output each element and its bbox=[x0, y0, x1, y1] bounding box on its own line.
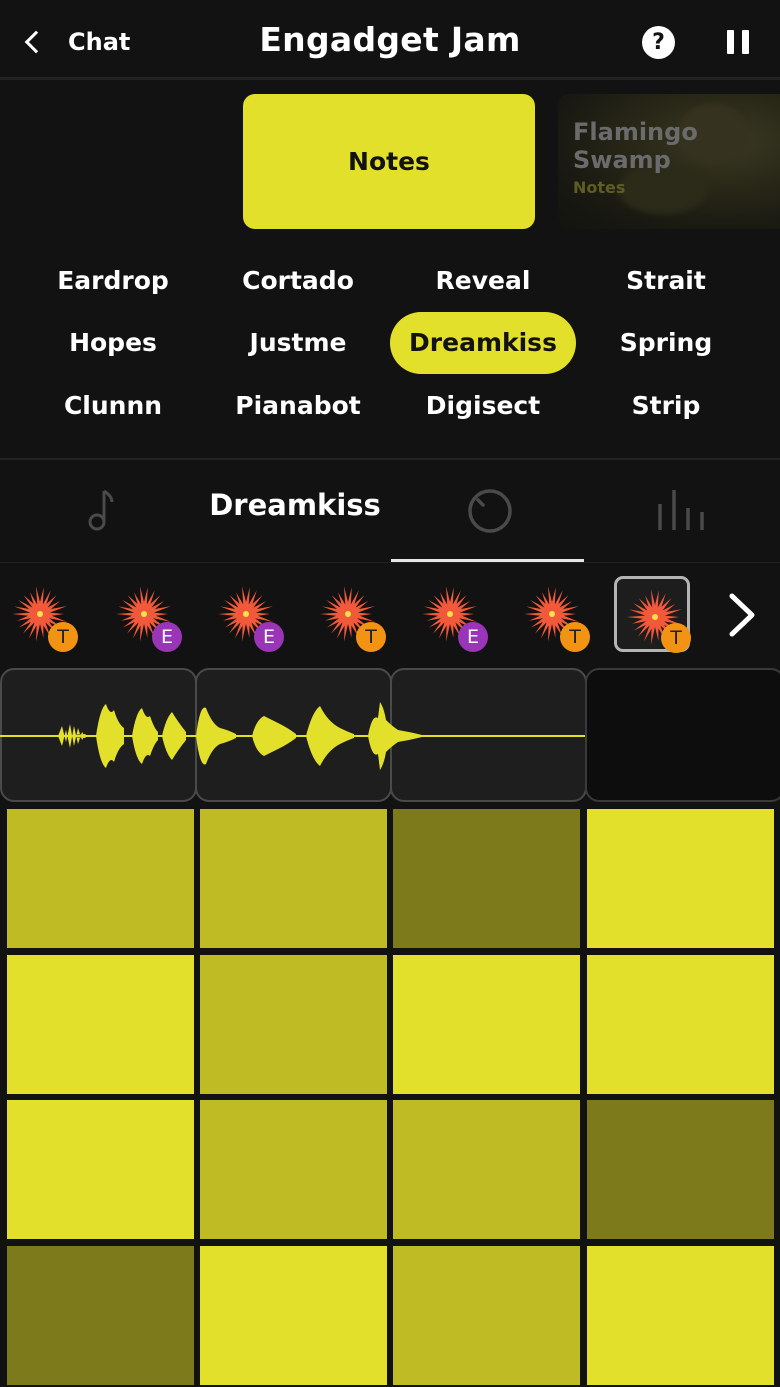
mixer-bars-icon[interactable] bbox=[656, 488, 710, 532]
pause-icon[interactable] bbox=[727, 30, 749, 54]
instrument-strip[interactable]: Strip bbox=[573, 375, 759, 437]
kit-card-next-sub: Notes bbox=[573, 178, 626, 197]
pad-r4-c3[interactable] bbox=[393, 1246, 580, 1385]
note-icon[interactable] bbox=[86, 488, 116, 532]
instrument-eardrop[interactable]: Eardrop bbox=[20, 250, 206, 312]
pad-r2-c4[interactable] bbox=[587, 955, 774, 1094]
knob-icon[interactable] bbox=[466, 488, 514, 534]
preset-3[interactable]: E bbox=[208, 576, 284, 652]
loop-segment-empty[interactable] bbox=[585, 668, 780, 802]
preset-badge: E bbox=[458, 622, 488, 652]
kit-card-current[interactable]: Notes bbox=[243, 94, 535, 229]
pad-r3-c3[interactable] bbox=[393, 1100, 580, 1239]
preset-badge: T bbox=[560, 622, 590, 652]
pad-r4-c2[interactable] bbox=[200, 1246, 387, 1385]
pad-r1-c4[interactable] bbox=[587, 809, 774, 948]
instrument-dreamkiss[interactable]: Dreamkiss bbox=[390, 312, 576, 374]
pad-r1-c3[interactable] bbox=[393, 809, 580, 948]
preset-2[interactable]: E bbox=[106, 576, 182, 652]
instrument-strait[interactable]: Strait bbox=[573, 250, 759, 312]
instrument-spring[interactable]: Spring bbox=[573, 312, 759, 374]
preset-badge: T bbox=[356, 622, 386, 652]
pad-r4-c4[interactable] bbox=[587, 1246, 774, 1385]
preset-1[interactable]: T bbox=[2, 576, 78, 652]
help-icon[interactable]: ? bbox=[642, 26, 675, 59]
preset-7[interactable]: T bbox=[614, 576, 691, 653]
pad-r3-c2[interactable] bbox=[200, 1100, 387, 1239]
pad-r1-c1[interactable] bbox=[7, 809, 194, 948]
preset-badge: T bbox=[661, 623, 691, 653]
preset-6[interactable]: T bbox=[514, 576, 590, 652]
preset-badge: T bbox=[48, 622, 78, 652]
instrument-cortado[interactable]: Cortado bbox=[205, 250, 391, 312]
pad-r4-c1[interactable] bbox=[7, 1246, 194, 1385]
waveform bbox=[0, 702, 585, 770]
kit-card-next[interactable]: Flamingo Swamp Notes bbox=[558, 94, 780, 229]
chevron-right-icon[interactable] bbox=[722, 590, 762, 640]
kit-card-label: Notes bbox=[348, 147, 430, 176]
divider bbox=[0, 562, 780, 563]
pad-r2-c1[interactable] bbox=[7, 955, 194, 1094]
pad-r3-c1[interactable] bbox=[7, 1100, 194, 1239]
instrument-justme[interactable]: Justme bbox=[205, 312, 391, 374]
instrument-reveal[interactable]: Reveal bbox=[390, 250, 576, 312]
kit-card-next-name: Flamingo Swamp bbox=[573, 118, 698, 174]
instrument-pianabot[interactable]: Pianabot bbox=[205, 375, 391, 437]
pad-r2-c2[interactable] bbox=[200, 955, 387, 1094]
instrument-clunnn[interactable]: Clunnn bbox=[20, 375, 206, 437]
preset-5[interactable]: E bbox=[412, 576, 488, 652]
pad-r3-c4[interactable] bbox=[587, 1100, 774, 1239]
preset-badge: E bbox=[152, 622, 182, 652]
preset-badge: E bbox=[254, 622, 284, 652]
instrument-hopes[interactable]: Hopes bbox=[20, 312, 206, 374]
instrument-digisect[interactable]: Digisect bbox=[390, 375, 576, 437]
preset-4[interactable]: T bbox=[310, 576, 386, 652]
pad-r1-c2[interactable] bbox=[200, 809, 387, 948]
top-bar: Chat Engadget Jam ? bbox=[0, 0, 780, 80]
tab-instrument-name[interactable]: Dreamkiss bbox=[195, 488, 395, 522]
pad-r2-c3[interactable] bbox=[393, 955, 580, 1094]
